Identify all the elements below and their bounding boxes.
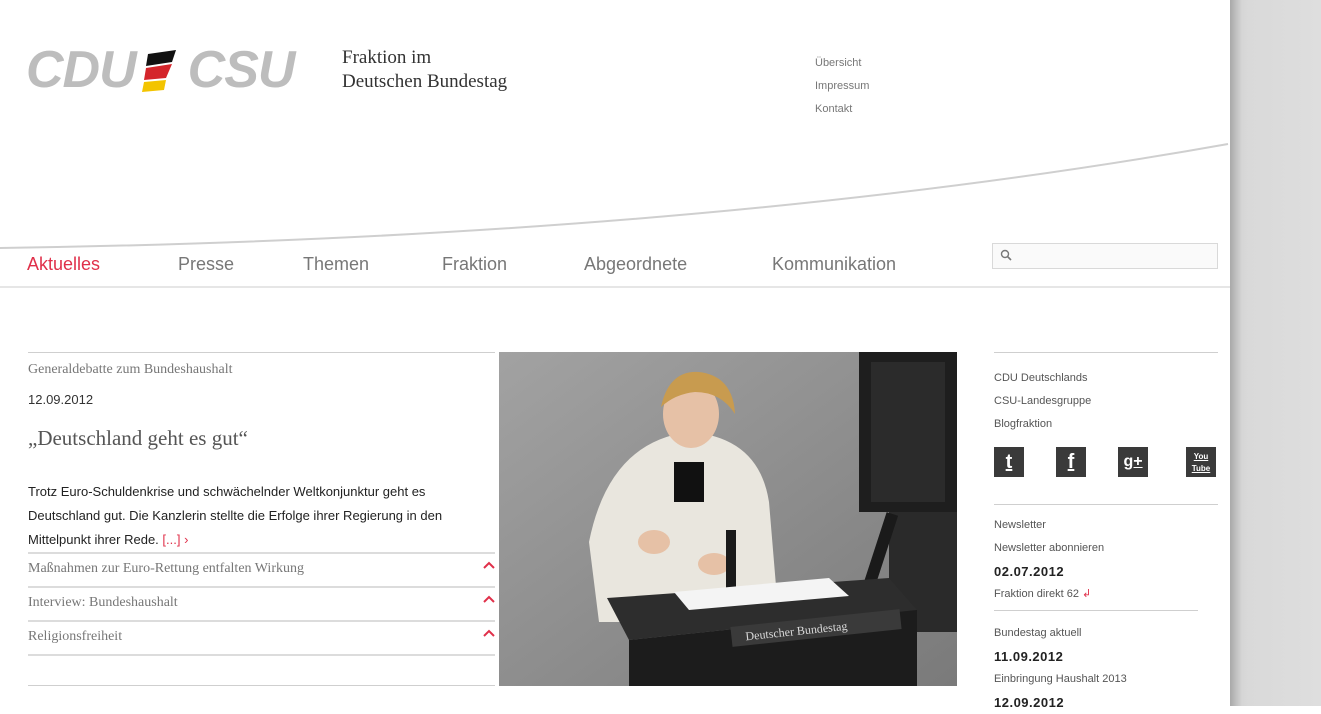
newsletter-item-link[interactable]: Fraktion direkt 62 bbox=[994, 588, 1079, 600]
related-item-title: Maßnahmen zur Euro-Rettung entfalten Wir… bbox=[28, 561, 304, 576]
article-teaser: Trotz Euro-Schuldenkrise und schwächelnd… bbox=[28, 480, 498, 552]
nav-kommunikation[interactable]: Kommunikation bbox=[772, 254, 896, 275]
util-link-kontakt[interactable]: Kontakt bbox=[815, 98, 869, 121]
nav-presse[interactable]: Presse bbox=[178, 254, 234, 275]
util-link-impressum[interactable]: Impressum bbox=[815, 75, 869, 98]
cdu-csu-logo[interactable]: CDU CSU bbox=[26, 40, 296, 100]
link-blogfraktion[interactable]: Blogfraktion bbox=[994, 413, 1091, 436]
search-input[interactable] bbox=[1015, 246, 1217, 268]
utility-links: Übersicht Impressum Kontakt bbox=[815, 52, 869, 121]
divider bbox=[994, 610, 1198, 611]
chevron-up-icon bbox=[483, 561, 495, 569]
related-item-title: Interview: Bundeshaushalt bbox=[28, 595, 178, 610]
article-teaser-text: Trotz Euro-Schuldenkrise und schwächelnd… bbox=[28, 484, 443, 547]
article-photo[interactable]: Deutscher Bundestag bbox=[499, 352, 957, 686]
newsletter-subscribe-link[interactable]: Newsletter abonnieren bbox=[994, 537, 1104, 560]
divider bbox=[994, 504, 1218, 505]
chevron-up-icon bbox=[483, 595, 495, 603]
link-cdu-deutschlands[interactable]: CDU Deutschlands bbox=[994, 367, 1091, 390]
newsletter-date: 02.07.2012 bbox=[994, 564, 1065, 579]
divider bbox=[994, 352, 1218, 353]
related-item-title: Religionsfreiheit bbox=[28, 629, 123, 644]
divider bbox=[28, 654, 495, 656]
nav-themen[interactable]: Themen bbox=[303, 254, 369, 275]
speaker-at-lectern-image: Deutscher Bundestag bbox=[499, 352, 957, 686]
search-box bbox=[992, 243, 1218, 269]
org-name: Fraktion im Deutschen Bundestag bbox=[342, 46, 507, 94]
divider bbox=[28, 352, 495, 353]
related-item[interactable]: Maßnahmen zur Euro-Rettung entfalten Wir… bbox=[28, 552, 495, 584]
newsletter-heading: Newsletter bbox=[994, 519, 1046, 531]
twitter-icon[interactable]: t bbox=[994, 447, 1024, 477]
util-link-uebersicht[interactable]: Übersicht bbox=[815, 52, 869, 75]
search-icon[interactable] bbox=[1000, 249, 1012, 261]
org-name-line2: Deutschen Bundestag bbox=[342, 71, 508, 92]
read-more-link[interactable]: [...] › bbox=[162, 532, 188, 547]
header-curve bbox=[0, 143, 1229, 249]
nav-abgeordnete[interactable]: Abgeordnete bbox=[584, 254, 687, 275]
bundestag-date-1: 11.09.2012 bbox=[994, 649, 1064, 664]
nav-fraktion[interactable]: Fraktion bbox=[442, 254, 507, 275]
logo-csu-text: CSU bbox=[187, 41, 296, 99]
social-links: t f g+ You Tube bbox=[994, 447, 1220, 479]
bundestag-block: Bundestag aktuell 11.09.2012 Einbringung… bbox=[994, 622, 1127, 714]
related-item[interactable]: Interview: Bundeshaushalt bbox=[28, 586, 495, 618]
page-shadow bbox=[1230, 0, 1321, 706]
related-item[interactable]: Religionsfreiheit bbox=[28, 620, 495, 652]
article-title[interactable]: „Deutschland geht es gut“ bbox=[28, 426, 248, 451]
partner-links: CDU Deutschlands CSU-Landesgruppe Blogfr… bbox=[994, 367, 1091, 436]
link-csu-landesgruppe[interactable]: CSU-Landesgruppe bbox=[994, 390, 1091, 413]
external-link-icon: ↲ bbox=[1082, 588, 1092, 600]
article-kicker: Generaldebatte zum Bundeshaushalt bbox=[28, 362, 233, 377]
page: CDU CSU Fraktion im Deutschen Bundestag … bbox=[0, 0, 1230, 710]
newsletter-block: Newsletter Newsletter abonnieren 02.07.2… bbox=[994, 514, 1104, 606]
nav-aktuelles[interactable]: Aktuelles bbox=[27, 254, 100, 275]
article-date: 12.09.2012 bbox=[28, 392, 94, 407]
bundestag-date-2: 12.09.2012 bbox=[994, 695, 1065, 710]
flag-icon bbox=[141, 48, 182, 92]
youtube-icon[interactable]: You Tube bbox=[1186, 447, 1216, 477]
google-plus-icon[interactable]: g+ bbox=[1118, 447, 1148, 477]
bundestag-item-link[interactable]: Einbringung Haushalt 2013 bbox=[994, 668, 1127, 691]
bundestag-heading: Bundestag aktuell bbox=[994, 627, 1082, 639]
chevron-up-icon bbox=[483, 629, 495, 637]
org-name-line1: Fraktion im bbox=[342, 47, 432, 68]
logo-cdu-text: CDU bbox=[26, 41, 137, 99]
facebook-icon[interactable]: f bbox=[1056, 447, 1086, 477]
divider bbox=[28, 685, 495, 686]
